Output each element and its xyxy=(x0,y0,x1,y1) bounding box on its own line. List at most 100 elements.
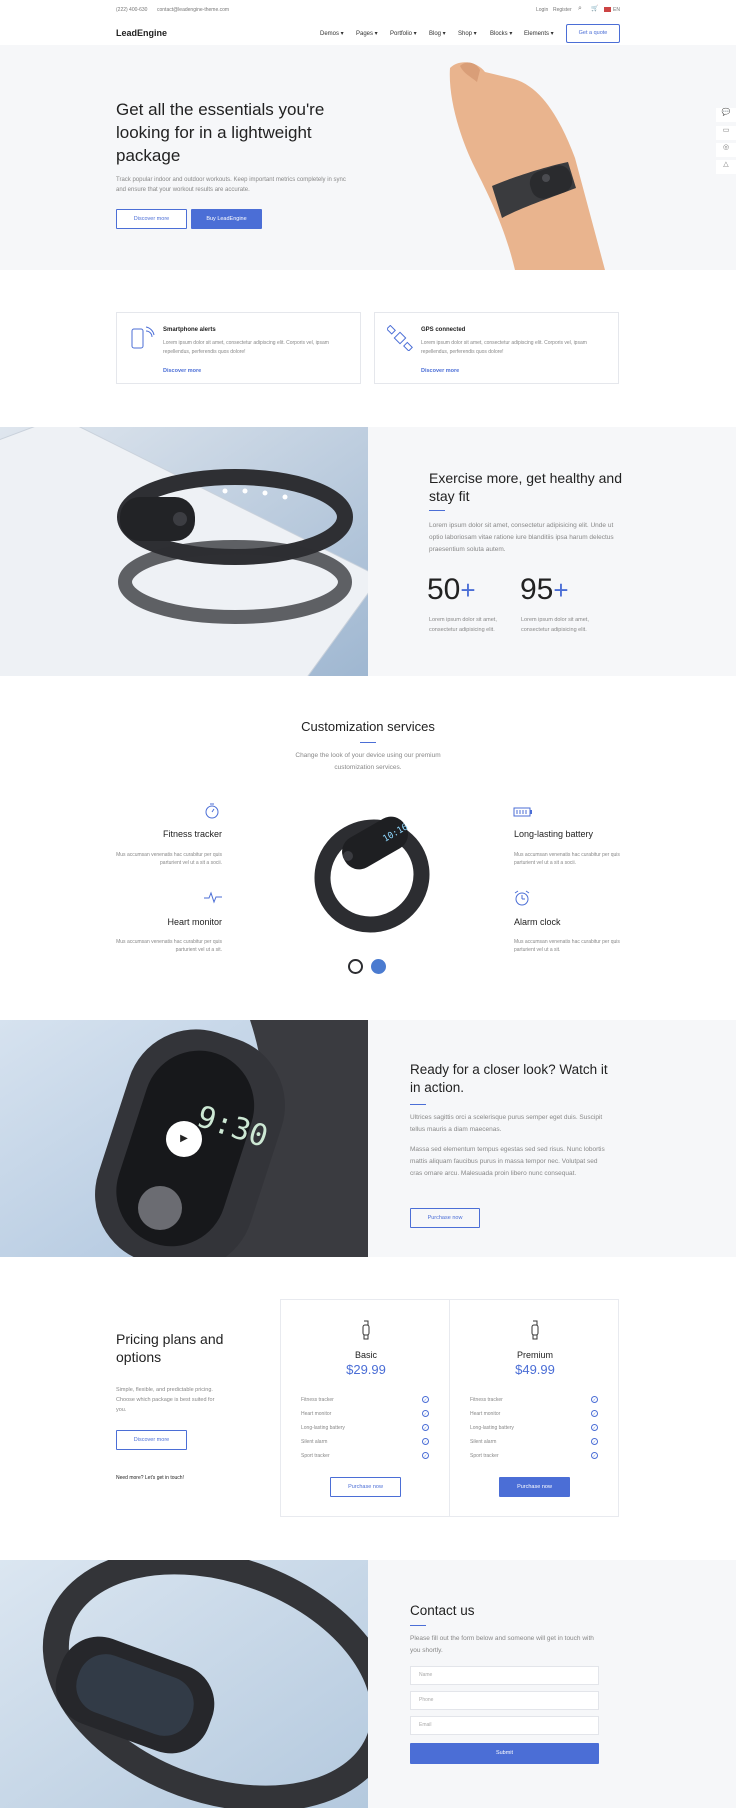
nav-item-blocks[interactable]: Blocks ▾ xyxy=(490,30,512,37)
nav-item-pages[interactable]: Pages ▾ xyxy=(356,30,378,37)
nav-item-portfolio[interactable]: Portfolio ▾ xyxy=(390,30,417,37)
feature-card-smartphone: Smartphone alerts Lorem ipsum dolor sit … xyxy=(116,312,361,384)
video-text-1: Ultrices sagittis orci a scelerisque pur… xyxy=(410,1114,603,1133)
plan-name: Basic xyxy=(354,1350,377,1360)
phone-field[interactable]: Phone xyxy=(410,1691,599,1710)
plan-feature: Sport tracker xyxy=(301,1453,330,1459)
buy-leadengine-button[interactable]: Buy LeadEngine xyxy=(191,209,262,229)
compass-icon[interactable]: ◎ xyxy=(716,143,736,157)
exercise-text: Lorem ipsum dolor sit amet, consectetur … xyxy=(429,522,614,553)
email-field[interactable]: Email xyxy=(410,1716,599,1735)
pricing-text: Simple, flexible, and predictable pricin… xyxy=(116,1387,215,1413)
card-title: GPS connected xyxy=(421,327,466,333)
discover-more-button[interactable]: Discover more xyxy=(116,209,187,229)
pricing-discover-button[interactable]: Discover more xyxy=(116,1430,187,1450)
plan-name: Premium xyxy=(516,1350,553,1360)
feature-title: Long-lasting battery xyxy=(514,829,594,839)
feature-text: Mus accumsan venenatis hac curabitur per… xyxy=(116,852,222,866)
plan-feature: Long-lasting battery xyxy=(301,1425,345,1431)
hero-wrist-image xyxy=(449,62,605,270)
card-text: Lorem ipsum dolor sit amet, consectetur … xyxy=(163,340,329,355)
hero-section xyxy=(0,45,736,270)
login-link[interactable]: Login xyxy=(536,7,548,13)
search-icon[interactable]: ⌕ xyxy=(578,5,582,13)
customization-title: Customization services xyxy=(301,719,435,734)
card-link[interactable]: Discover more xyxy=(421,368,459,374)
battery-icon xyxy=(513,807,532,817)
flag-icon xyxy=(604,7,611,12)
check-icon: ✓ xyxy=(591,1410,598,1417)
check-icon: ✓ xyxy=(591,1438,598,1445)
watch-icon xyxy=(362,1320,370,1340)
watch-icon xyxy=(531,1320,539,1340)
pricing-plan-basic: Basic $29.99 Fitness tracker ✓ Heart moni… xyxy=(280,1299,450,1517)
satellite-icon xyxy=(387,325,413,351)
plan-feature: Heart monitor xyxy=(301,1411,332,1417)
heart-pulse-icon xyxy=(204,891,222,904)
submit-button[interactable]: Submit xyxy=(410,1743,599,1764)
stat-value: 50+ xyxy=(427,573,476,606)
hero-title: Get all the essentials you're looking fo… xyxy=(116,100,325,165)
check-icon: ✓ xyxy=(591,1452,598,1459)
title-underline xyxy=(360,742,376,743)
register-link[interactable]: Register xyxy=(553,7,572,13)
feature-title: Fitness tracker xyxy=(162,829,222,839)
nav-item-elements[interactable]: Elements ▾ xyxy=(524,30,554,37)
feature-card-gps: GPS connected Lorem ipsum dolor sit amet… xyxy=(374,312,619,384)
nav-item-blog[interactable]: Blog ▾ xyxy=(429,30,446,37)
smartphone-icon xyxy=(131,326,155,349)
plan-price: $49.99 xyxy=(515,1362,555,1377)
book-icon[interactable]: ▭ xyxy=(716,126,736,140)
site-logo[interactable]: LeadEngine xyxy=(116,28,167,38)
plan-feature: Silent alarm xyxy=(470,1439,497,1445)
contact-title: Contact us xyxy=(410,1603,475,1618)
title-underline xyxy=(410,1104,426,1105)
nav-item-demos[interactable]: Demos ▾ xyxy=(320,30,344,37)
plan-feature: Fitness tracker xyxy=(470,1397,503,1403)
alarm-clock-icon xyxy=(514,890,530,906)
premium-purchase-button[interactable]: Purchase now xyxy=(499,1477,570,1497)
title-underline xyxy=(429,510,445,511)
plan-feature: Sport tracker xyxy=(470,1453,499,1459)
color-option-blue[interactable] xyxy=(371,959,386,974)
check-icon: ✓ xyxy=(422,1438,429,1445)
card-title: Smartphone alerts xyxy=(163,327,216,333)
video-text-2: Massa sed elementum tempus egestas sed s… xyxy=(410,1146,605,1177)
contact-text: Please fill out the form below and someo… xyxy=(410,1635,594,1654)
plan-feature: Long-lasting battery xyxy=(470,1425,514,1431)
color-option-black[interactable] xyxy=(348,959,363,974)
check-icon: ✓ xyxy=(422,1396,429,1403)
feature-text: Mus accumsan venenatis hac curabitur per… xyxy=(514,852,620,866)
plan-price: $29.99 xyxy=(346,1362,386,1377)
check-icon: ✓ xyxy=(422,1410,429,1417)
pricing-contact-note[interactable]: Need more? Let's get in touch! xyxy=(116,1475,184,1481)
name-field[interactable]: Name xyxy=(410,1666,599,1685)
hero-text: Track popular indoor and outdoor workout… xyxy=(116,177,346,193)
phone-number: (222) 400-630 xyxy=(116,7,148,13)
feature-title: Heart monitor xyxy=(167,917,222,927)
language-selector[interactable]: EN xyxy=(613,7,620,13)
check-icon: ✓ xyxy=(422,1452,429,1459)
contact-band-image xyxy=(0,1560,368,1808)
basic-purchase-button[interactable]: Purchase now xyxy=(330,1477,401,1497)
get-quote-button[interactable]: Get a quote xyxy=(566,24,620,43)
cart-icon[interactable]: 🛒 xyxy=(591,5,598,12)
contact-email[interactable]: contact@leadengine-theme.com xyxy=(157,7,229,13)
check-icon: ✓ xyxy=(591,1424,598,1431)
nav-item-shop[interactable]: Shop ▾ xyxy=(458,30,477,37)
bell-icon[interactable]: △ xyxy=(716,160,736,174)
play-video-button[interactable]: ▶ xyxy=(166,1121,202,1157)
card-link[interactable]: Discover more xyxy=(163,368,201,374)
stat-value: 95+ xyxy=(520,573,569,606)
fitness-band-phone-image xyxy=(0,427,368,676)
stopwatch-icon xyxy=(205,803,219,819)
title-underline xyxy=(410,1625,426,1626)
pricing-plan-premium: Premium $49.99 Fitness tracker ✓ Heart mo… xyxy=(449,1299,619,1517)
chat-icon[interactable]: 💬 xyxy=(716,108,736,122)
stat-text: Lorem ipsum dolor sit amet, consectetur … xyxy=(429,617,497,633)
check-icon: ✓ xyxy=(422,1424,429,1431)
plan-feature: Fitness tracker xyxy=(301,1397,334,1403)
card-text: Lorem ipsum dolor sit amet, consectetur … xyxy=(421,340,587,355)
check-icon: ✓ xyxy=(591,1396,598,1403)
purchase-now-button[interactable]: Purchase now xyxy=(410,1208,480,1228)
